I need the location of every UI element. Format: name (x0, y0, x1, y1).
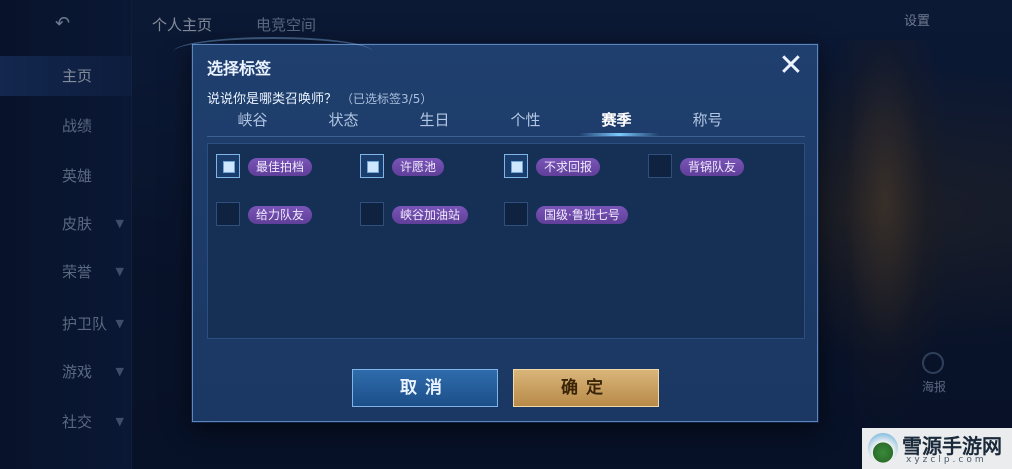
tag-row: 最佳拍档 许愿池 不求回报 背锅队友 (216, 154, 798, 180)
selected-count-hint: （已选标签3/5） (341, 92, 433, 106)
tag-item[interactable]: 国级·鲁班七号 (504, 202, 644, 228)
tag-item[interactable]: 背锅队友 (648, 154, 788, 180)
tag-label: 给力队友 (248, 206, 313, 224)
tag-checkbox[interactable] (648, 154, 672, 178)
active-tab-indicator (579, 133, 659, 136)
decorative-swoosh (173, 37, 373, 67)
tab-status[interactable]: 状态 (298, 109, 389, 130)
site-watermark: 雪源手游网 xyzclp.com (862, 428, 1012, 469)
watermark-url: xyzclp.com (906, 455, 987, 465)
tag-row: 给力队友 峡谷加油站 国级·鲁班七号 (216, 202, 798, 228)
dialog-title: 选择标签 (207, 59, 272, 78)
tag-checkbox[interactable] (216, 154, 240, 178)
close-icon[interactable]: ✕ (777, 51, 805, 81)
tab-title[interactable]: 称号 (662, 109, 753, 130)
question-text: 说说你是哪类召唤师？ (207, 92, 338, 107)
tag-category-tabs: 峡谷 状态 生日 个性 赛季 称号 (207, 107, 805, 137)
question-prompt: 说说你是哪类召唤师？ （已选标签3/5） (207, 88, 432, 107)
tag-item[interactable]: 最佳拍档 (216, 154, 356, 180)
tag-label: 峡谷加油站 (392, 206, 469, 224)
tag-item[interactable]: 不求回报 (504, 154, 644, 180)
select-tag-dialog: 选择标签 ✕ 说说你是哪类召唤师？ （已选标签3/5） 峡谷 状态 生日 个性 赛… (173, 37, 818, 422)
tag-label: 国级·鲁班七号 (536, 206, 628, 224)
tag-grid: 最佳拍档 许愿池 不求回报 背锅队友 给力队友 峡谷加油站 国级·鲁班七号 (207, 143, 805, 339)
tab-canyon[interactable]: 峡谷 (207, 109, 298, 130)
tag-item[interactable]: 许愿池 (360, 154, 500, 180)
tag-checkbox[interactable] (504, 154, 528, 178)
tag-label: 最佳拍档 (248, 158, 313, 176)
tag-checkbox[interactable] (360, 202, 384, 226)
tag-checkbox[interactable] (360, 154, 384, 178)
tab-personality[interactable]: 个性 (480, 109, 571, 130)
cancel-button[interactable]: 取消 (352, 369, 498, 407)
confirm-button[interactable]: 确定 (513, 369, 659, 407)
tag-checkbox[interactable] (504, 202, 528, 226)
tag-label: 不求回报 (536, 158, 601, 176)
tag-item[interactable]: 给力队友 (216, 202, 356, 228)
tab-birthday[interactable]: 生日 (389, 109, 480, 130)
tag-label: 许愿池 (392, 158, 445, 176)
tag-item[interactable]: 峡谷加油站 (360, 202, 500, 228)
tag-label: 背锅队友 (680, 158, 745, 176)
tab-season[interactable]: 赛季 (571, 109, 662, 130)
tag-checkbox[interactable] (216, 202, 240, 226)
watermark-logo-icon (868, 433, 898, 463)
